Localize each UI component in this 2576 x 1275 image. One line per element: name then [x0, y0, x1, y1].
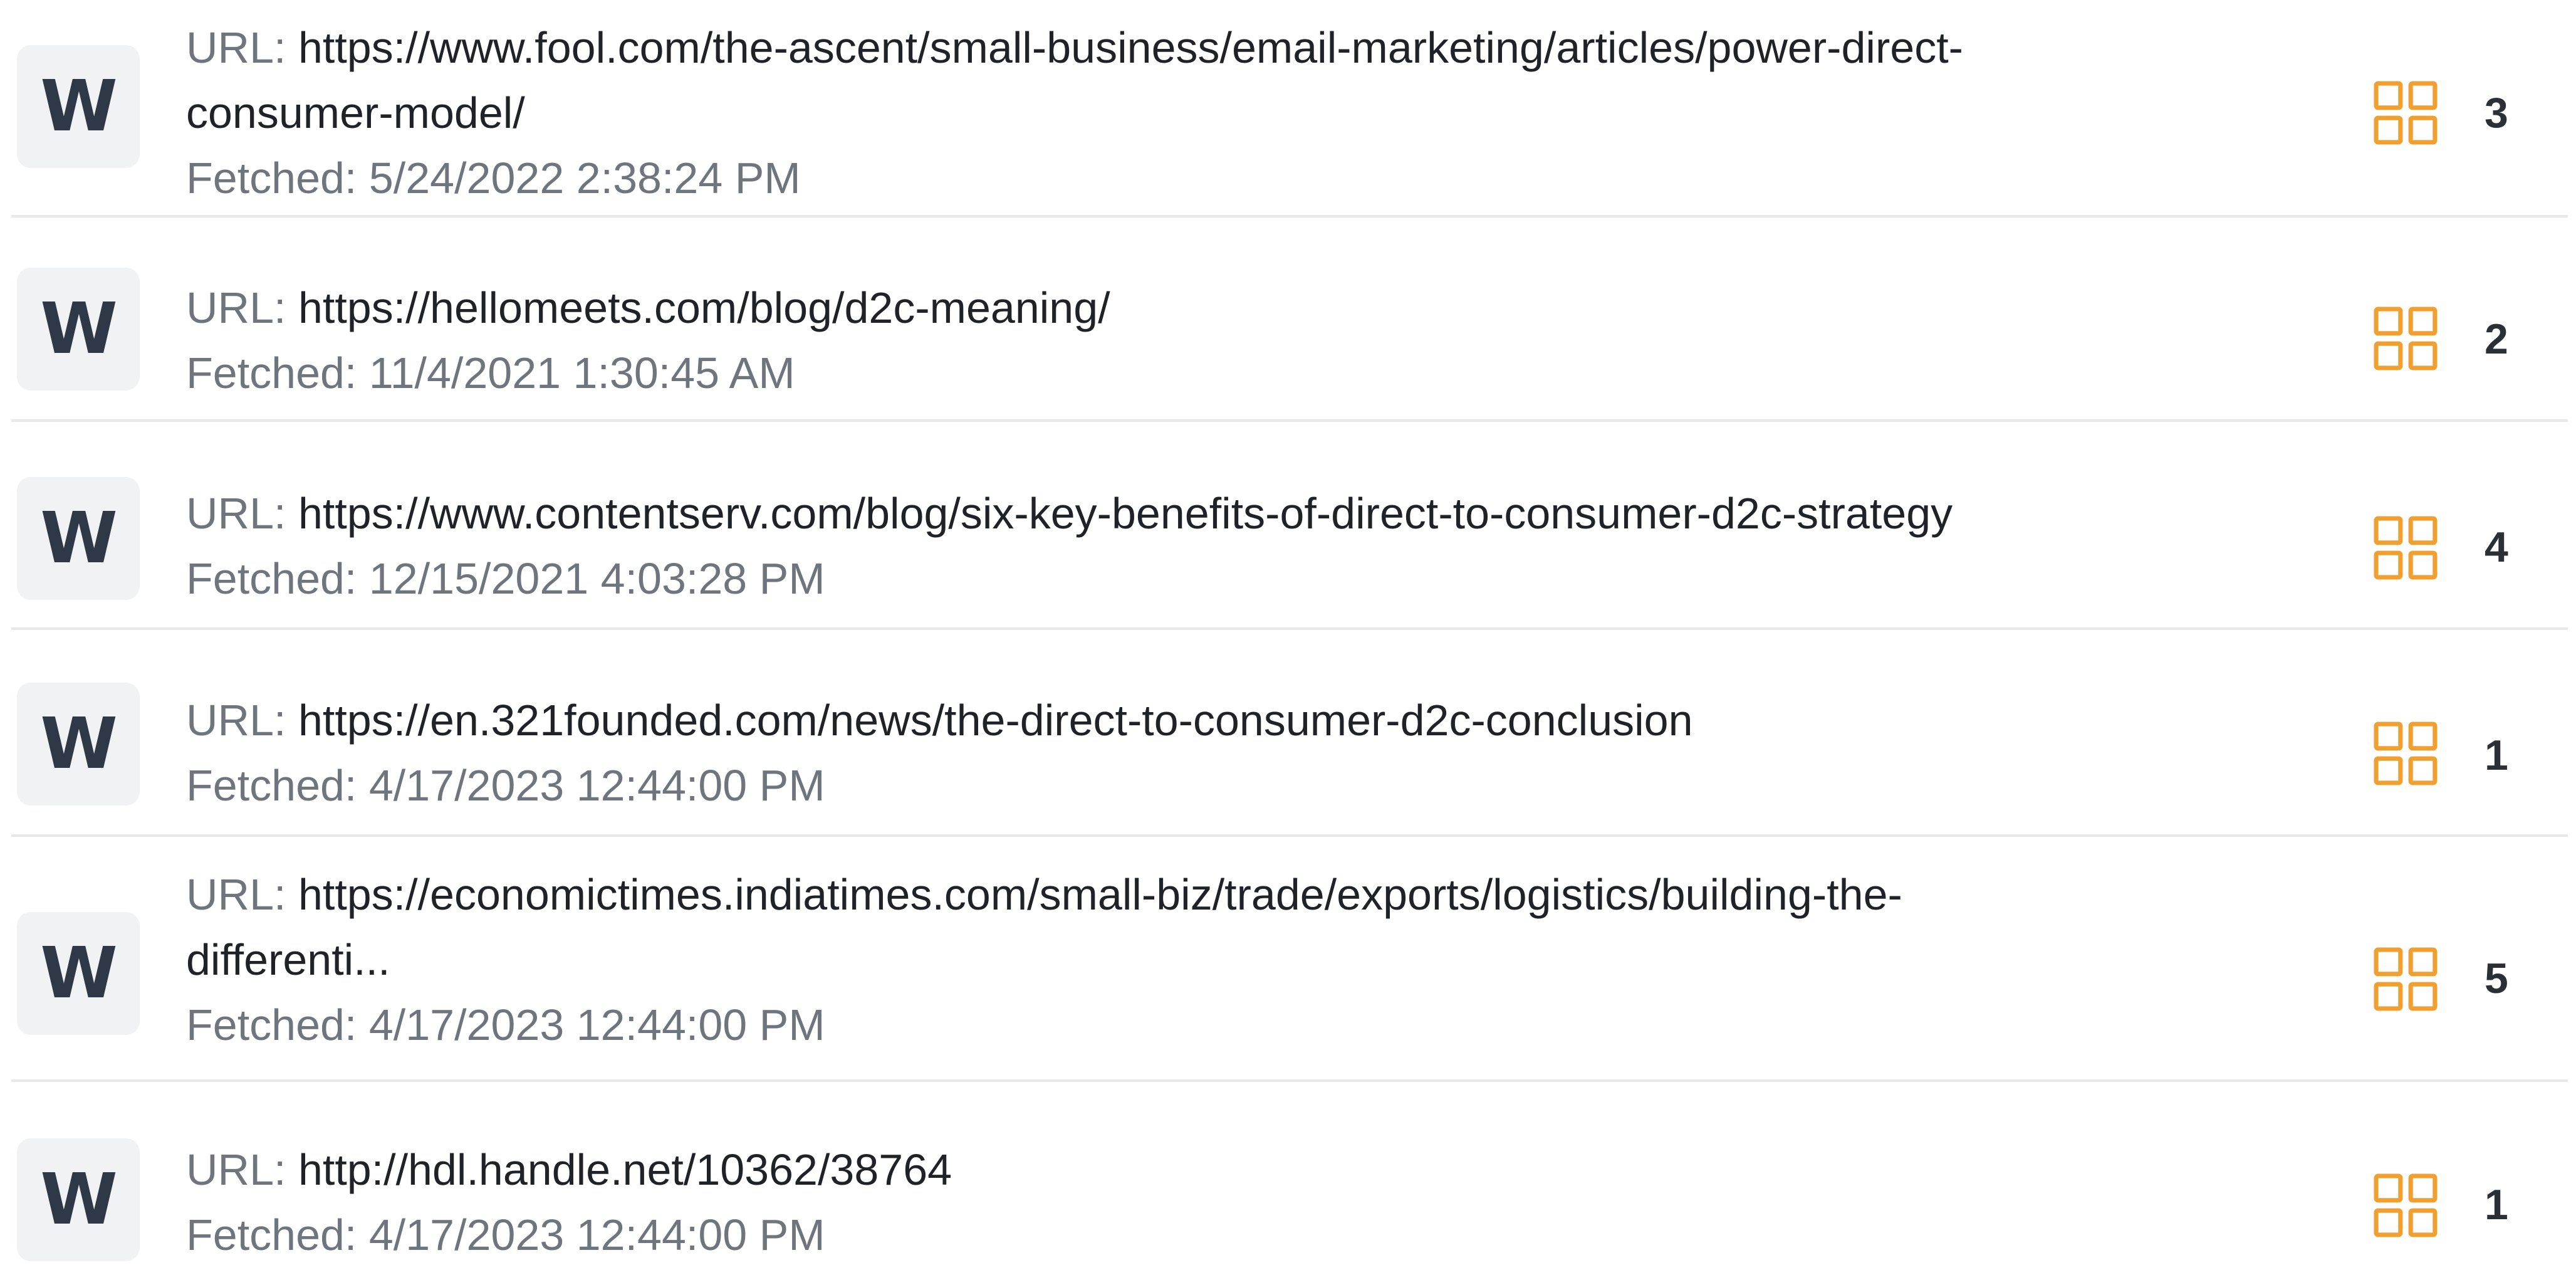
match-count: 4	[2485, 523, 2508, 571]
fetched-label: Fetched:	[186, 761, 357, 810]
url-label: URL:	[186, 283, 286, 332]
source-type-letter: W	[40, 1159, 118, 1241]
grid-icon[interactable]	[2374, 81, 2438, 145]
fetched-label: Fetched:	[186, 349, 357, 397]
fetched-date: 12/15/2021 4:03:28 PM	[368, 554, 825, 603]
source-details: URL: https://economictimes.indiatimes.co…	[186, 862, 2254, 1057]
url-label: URL:	[186, 870, 286, 919]
fetched-line: Fetched: 11/4/2021 1:30:45 AM	[186, 340, 2254, 406]
fetched-label: Fetched:	[186, 1000, 357, 1049]
source-type-icon: W	[17, 477, 140, 600]
match-count: 1	[2485, 732, 2508, 779]
url-label: URL:	[186, 23, 286, 72]
source-details: URL: https://www.contentserv.com/blog/si…	[186, 481, 2254, 611]
grid-icon[interactable]	[2374, 516, 2438, 580]
source-type-icon: W	[17, 45, 140, 168]
grid-icon[interactable]	[2374, 947, 2438, 1011]
match-count: 3	[2485, 89, 2508, 137]
url-line-continued: consumer-model/	[186, 80, 2254, 145]
fetched-date: 4/17/2023 12:44:00 PM	[368, 1210, 825, 1259]
match-count: 1	[2485, 1181, 2508, 1229]
source-details: URL: https://hellomeets.com/blog/d2c-mea…	[186, 275, 2254, 406]
source-type-icon: W	[17, 683, 140, 805]
fetched-line: Fetched: 4/17/2023 12:44:00 PM	[186, 992, 2254, 1057]
url-label: URL:	[186, 489, 286, 538]
source-details: URL: http://hdl.handle.net/10362/38764 F…	[186, 1137, 2254, 1267]
url-label: URL:	[186, 1145, 286, 1194]
source-type-letter: W	[40, 498, 118, 579]
url-line: URL: https://www.fool.com/the-ascent/sma…	[186, 15, 2254, 80]
fetched-label: Fetched:	[186, 154, 357, 202]
url-link[interactable]: http://hdl.handle.net/10362/38764	[298, 1145, 952, 1194]
url-line: URL: https://www.contentserv.com/blog/si…	[186, 481, 2254, 546]
url-link-continued[interactable]: differenti...	[186, 935, 390, 984]
source-type-letter: W	[40, 703, 118, 785]
fetched-label: Fetched:	[186, 554, 357, 603]
url-link[interactable]: https://www.fool.com/the-ascent/small-bu…	[298, 23, 1963, 72]
source-row[interactable]: W URL: https://en.321founded.com/news/th…	[0, 630, 2568, 837]
url-link[interactable]: https://economictimes.indiatimes.com/sma…	[298, 870, 1902, 919]
fetched-line: Fetched: 5/24/2022 2:38:24 PM	[186, 145, 2254, 211]
source-type-icon: W	[17, 1138, 140, 1261]
source-list: W URL: https://www.fool.com/the-ascent/s…	[0, 0, 2576, 1275]
match-count: 2	[2485, 315, 2508, 363]
fetched-line: Fetched: 4/17/2023 12:44:00 PM	[186, 1202, 2254, 1267]
url-link[interactable]: https://hellomeets.com/blog/d2c-meaning/	[298, 283, 1110, 332]
source-details: URL: https://www.fool.com/the-ascent/sma…	[186, 15, 2254, 211]
source-type-icon: W	[17, 912, 140, 1035]
url-label: URL:	[186, 696, 286, 745]
fetched-date: 4/17/2023 12:44:00 PM	[368, 761, 825, 810]
url-line: URL: https://economictimes.indiatimes.co…	[186, 862, 2254, 927]
source-row[interactable]: W URL: https://economictimes.indiatimes.…	[0, 837, 2568, 1082]
fetched-line: Fetched: 4/17/2023 12:44:00 PM	[186, 753, 2254, 818]
fetched-date: 4/17/2023 12:44:00 PM	[368, 1000, 825, 1049]
source-type-letter: W	[40, 66, 118, 147]
url-line: URL: https://en.321founded.com/news/the-…	[186, 688, 2254, 753]
grid-icon[interactable]	[2374, 307, 2438, 370]
fetched-line: Fetched: 12/15/2021 4:03:28 PM	[186, 546, 2254, 611]
grid-icon[interactable]	[2374, 1173, 2438, 1237]
source-row[interactable]: W URL: http://hdl.handle.net/10362/38764…	[0, 1082, 2568, 1275]
url-link[interactable]: https://www.contentserv.com/blog/six-key…	[298, 489, 1953, 538]
fetched-date: 5/24/2022 2:38:24 PM	[368, 154, 801, 202]
match-count: 5	[2485, 955, 2508, 1002]
source-type-letter: W	[40, 288, 118, 370]
url-link[interactable]: https://en.321founded.com/news/the-direc…	[298, 696, 1693, 745]
source-row[interactable]: W URL: https://www.contentserv.com/blog/…	[0, 422, 2568, 630]
fetched-date: 11/4/2021 1:30:45 AM	[368, 349, 795, 397]
url-line: URL: http://hdl.handle.net/10362/38764	[186, 1137, 2254, 1202]
source-details: URL: https://en.321founded.com/news/the-…	[186, 688, 2254, 818]
source-type-icon: W	[17, 268, 140, 391]
grid-icon[interactable]	[2374, 721, 2438, 785]
url-line: URL: https://hellomeets.com/blog/d2c-mea…	[186, 275, 2254, 340]
url-link-continued[interactable]: consumer-model/	[186, 88, 525, 137]
source-row[interactable]: W URL: https://www.fool.com/the-ascent/s…	[0, 0, 2568, 218]
source-row[interactable]: W URL: https://hellomeets.com/blog/d2c-m…	[0, 218, 2568, 422]
url-line-continued: differenti...	[186, 927, 2254, 992]
fetched-label: Fetched:	[186, 1210, 357, 1259]
source-type-letter: W	[40, 933, 118, 1014]
